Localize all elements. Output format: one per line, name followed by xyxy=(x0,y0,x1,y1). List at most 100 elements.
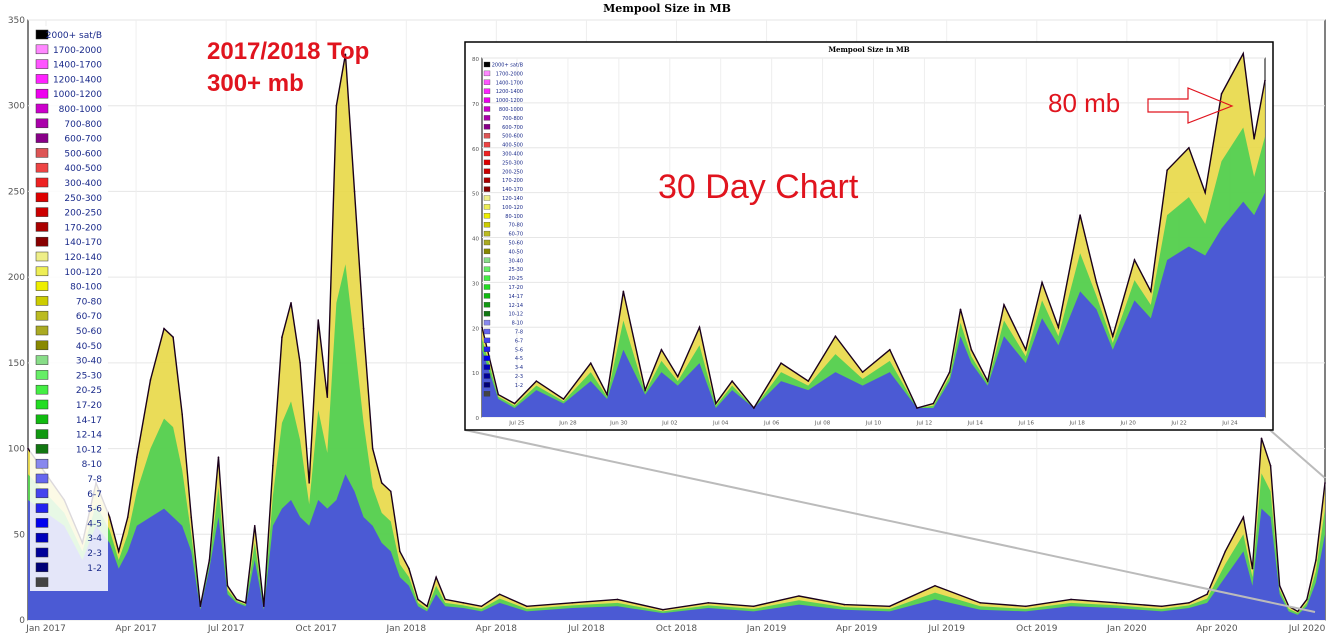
inset-legend-swatch xyxy=(483,97,491,103)
legend-label: 1200-1400 xyxy=(53,75,102,85)
main-data-point xyxy=(1251,567,1254,570)
main-data-point xyxy=(1269,464,1272,467)
legend-swatch xyxy=(35,133,49,143)
main-y-tick-label: 250 xyxy=(8,187,25,197)
legend-swatch xyxy=(35,355,49,365)
inset-data-point xyxy=(1220,93,1223,95)
main-data-point xyxy=(181,413,183,416)
inset-data-point xyxy=(676,375,679,378)
inset-legend-swatch xyxy=(483,266,491,272)
inset-legend-label: 50-60 xyxy=(508,241,523,247)
main-data-point xyxy=(798,595,800,597)
inset-data-point xyxy=(497,393,500,396)
main-data-point xyxy=(371,447,374,450)
legend-swatch xyxy=(35,251,49,262)
inset-legend-swatch xyxy=(483,311,491,317)
legend-label: 8-10 xyxy=(82,460,103,470)
inset-legend-label: 5-6 xyxy=(515,347,523,353)
main-data-point xyxy=(616,598,619,601)
inset-legend-label: 80-100 xyxy=(505,214,523,220)
inset-data-point xyxy=(622,290,625,293)
inset-data-point xyxy=(513,402,516,405)
main-data-point xyxy=(1024,605,1027,608)
legend-swatch xyxy=(35,503,49,513)
inset-data-point xyxy=(932,402,935,405)
inset-legend-swatch xyxy=(483,328,491,335)
inset-data-point xyxy=(1111,335,1114,338)
main-data-point xyxy=(335,104,338,107)
main-data-point xyxy=(317,319,320,321)
legend-swatch xyxy=(35,192,49,203)
main-data-point xyxy=(435,576,437,578)
inset-legend-swatch xyxy=(483,88,491,94)
inset-data-point xyxy=(889,348,891,351)
inset-legend-swatch xyxy=(483,373,491,379)
legend-swatch xyxy=(35,103,49,114)
main-data-point xyxy=(399,550,401,553)
inset-chart: Mempool Size in MB 0 10 20 30 40 50 60 70 80 Jul 2… xyxy=(464,41,1274,431)
legend-label: 1700-2000 xyxy=(53,46,102,56)
legend-label: 25-30 xyxy=(76,371,102,381)
inset-data-point xyxy=(780,362,782,364)
main-data-point xyxy=(208,559,211,561)
main-data-point xyxy=(1296,610,1299,613)
inset-data-point xyxy=(753,407,755,409)
legend-swatch xyxy=(35,518,49,528)
inset-x-tick-label: Jun 30 xyxy=(609,421,628,427)
main-data-point xyxy=(426,605,428,608)
legend-label: 1400-1700 xyxy=(53,61,102,71)
main-x-tick-label: Jul 2020 xyxy=(1288,624,1326,634)
inset-legend-label: 20-25 xyxy=(508,276,523,282)
inset-legend-label: 25-30 xyxy=(508,267,523,273)
legend-swatch xyxy=(35,162,49,173)
main-data-point xyxy=(362,327,365,330)
inset-legend-swatch xyxy=(483,70,491,77)
legend-swatch xyxy=(35,281,49,291)
main-data-point xyxy=(389,490,392,493)
legend-label: 60-70 xyxy=(76,312,102,322)
legend-label: 2-3 xyxy=(87,549,102,559)
legend-label: 17-20 xyxy=(76,401,102,411)
inset-y-tick-label: 80 xyxy=(472,57,479,63)
inset-data-point xyxy=(698,326,701,329)
main-x-tick-label: Jul 2017 xyxy=(207,624,245,634)
legend-swatch xyxy=(35,88,49,99)
main-data-point xyxy=(752,605,755,608)
main-data-point xyxy=(1315,559,1317,561)
inset-x-tick-label: Jul 04 xyxy=(712,421,729,427)
inset-y-tick-label: 70 xyxy=(472,102,479,108)
inset-legend-swatch xyxy=(483,213,491,219)
legend-swatch xyxy=(35,547,49,558)
main-x-tick-label: Apr 2018 xyxy=(476,624,518,634)
legend-swatch xyxy=(35,488,49,499)
main-data-point xyxy=(1224,550,1227,553)
main-data-point xyxy=(244,602,247,604)
main-data-point xyxy=(462,602,465,604)
main-data-point xyxy=(571,602,573,604)
legend-label: 600-700 xyxy=(64,135,102,145)
inset-data-point xyxy=(1253,137,1255,140)
inset-label: 30 Day Chart xyxy=(658,168,859,206)
main-data-point xyxy=(888,605,891,608)
inset-legend-swatch xyxy=(483,150,491,157)
inset-data-point xyxy=(1095,281,1098,284)
main-y-tick-label: 100 xyxy=(8,445,25,455)
inset-x-tick-label: Jul 12 xyxy=(916,421,932,427)
inset-legend-swatch xyxy=(483,257,491,263)
inset-data-point xyxy=(1024,348,1027,351)
main-data-point xyxy=(1188,602,1190,604)
inset-x-tick-label: Jul 24 xyxy=(1221,421,1238,427)
inset-data-point xyxy=(715,402,717,405)
main-data-point xyxy=(149,379,152,381)
inset-legend-label: 1000-1200 xyxy=(496,98,523,104)
inset-legend-swatch xyxy=(483,248,491,255)
inset-legend-swatch xyxy=(483,302,491,308)
main-x-tick-label: Jan 2017 xyxy=(25,624,66,634)
inset-data-point xyxy=(1133,259,1136,261)
legend-label: 7-8 xyxy=(87,475,102,485)
main-data-point xyxy=(1324,482,1326,484)
legend-swatch xyxy=(35,562,49,573)
inset-legend-label: 14-17 xyxy=(508,294,523,300)
inset-legend-label: 1400-1700 xyxy=(496,80,523,86)
legend-label: 120-140 xyxy=(64,253,102,263)
